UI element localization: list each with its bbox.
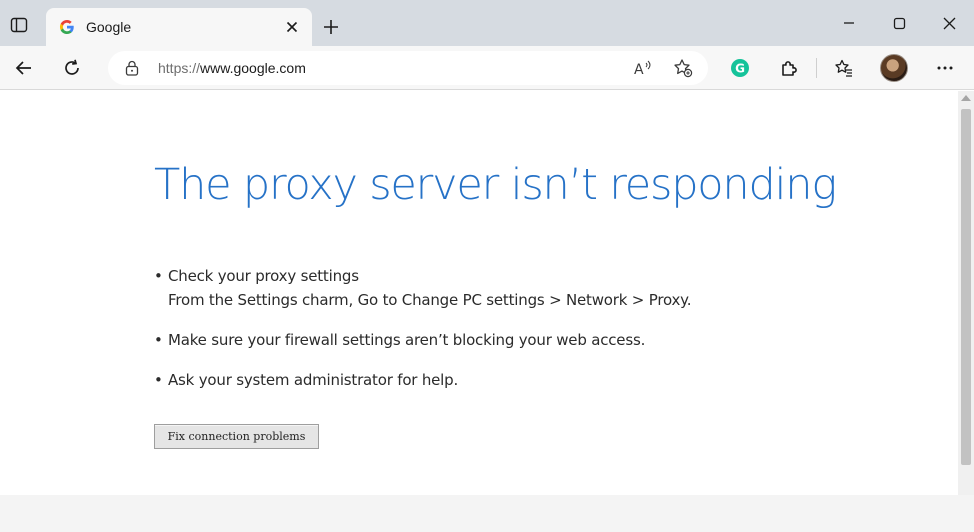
minimize-button[interactable] — [826, 8, 872, 38]
fix-connection-button[interactable]: Fix connection problems — [154, 424, 319, 449]
toolbar-separator — [816, 58, 817, 78]
title-bar: Google — [0, 0, 974, 46]
back-button[interactable] — [8, 52, 40, 84]
google-favicon-icon — [58, 18, 76, 36]
maximize-icon — [893, 17, 905, 29]
read-aloud-icon[interactable]: A — [632, 57, 654, 79]
plus-icon — [324, 20, 338, 34]
svg-text:G: G — [735, 62, 745, 76]
refresh-button[interactable] — [56, 52, 88, 84]
list-item: • Make sure your firewall settings aren’t… — [154, 331, 646, 349]
more-icon[interactable] — [929, 52, 961, 84]
bullet-text: Make sure your firewall settings aren’t … — [168, 331, 646, 349]
grammarly-icon[interactable]: G — [724, 52, 756, 84]
bullet-text: Check your proxy settings — [168, 267, 359, 285]
address-bar[interactable]: https://www.google.com A — [108, 51, 708, 85]
footer-strip — [0, 495, 974, 532]
url-text[interactable]: https://www.google.com — [158, 60, 306, 76]
list-item: • Ask your system administrator for help. — [154, 371, 459, 389]
close-icon — [943, 17, 955, 29]
minimize-icon — [844, 22, 854, 24]
tab-title: Google — [86, 19, 132, 35]
bullet-text: Ask your system administrator for help. — [168, 371, 459, 389]
toolbar: https://www.google.com A G — [0, 46, 974, 90]
close-icon[interactable] — [282, 17, 302, 37]
add-favorite-icon[interactable] — [672, 57, 694, 79]
tab-actions-icon[interactable] — [4, 10, 34, 40]
url-host: www.google.com — [200, 60, 306, 76]
url-protocol: https:// — [158, 60, 201, 76]
list-item: • Check your proxy settings — [154, 267, 359, 285]
scrollbar[interactable] — [958, 91, 974, 495]
refresh-icon — [65, 59, 79, 75]
avatar[interactable] — [880, 54, 908, 82]
scroll-up-arrow-icon[interactable] — [961, 95, 971, 101]
tab-google[interactable]: Google — [46, 8, 312, 46]
extensions-icon[interactable] — [773, 52, 805, 84]
favorites-icon[interactable] — [828, 52, 860, 84]
new-tab-button[interactable] — [318, 14, 344, 40]
window-close-button[interactable] — [926, 8, 972, 38]
scrollbar-thumb[interactable] — [961, 109, 971, 465]
maximize-button[interactable] — [876, 8, 922, 38]
bullet-subtext: From the Settings charm, Go to Change PC… — [168, 291, 692, 309]
error-title: The proxy server isn’t responding — [154, 160, 837, 210]
svg-text:A: A — [634, 62, 644, 78]
lock-icon[interactable] — [124, 60, 140, 76]
back-arrow-icon — [15, 61, 31, 75]
